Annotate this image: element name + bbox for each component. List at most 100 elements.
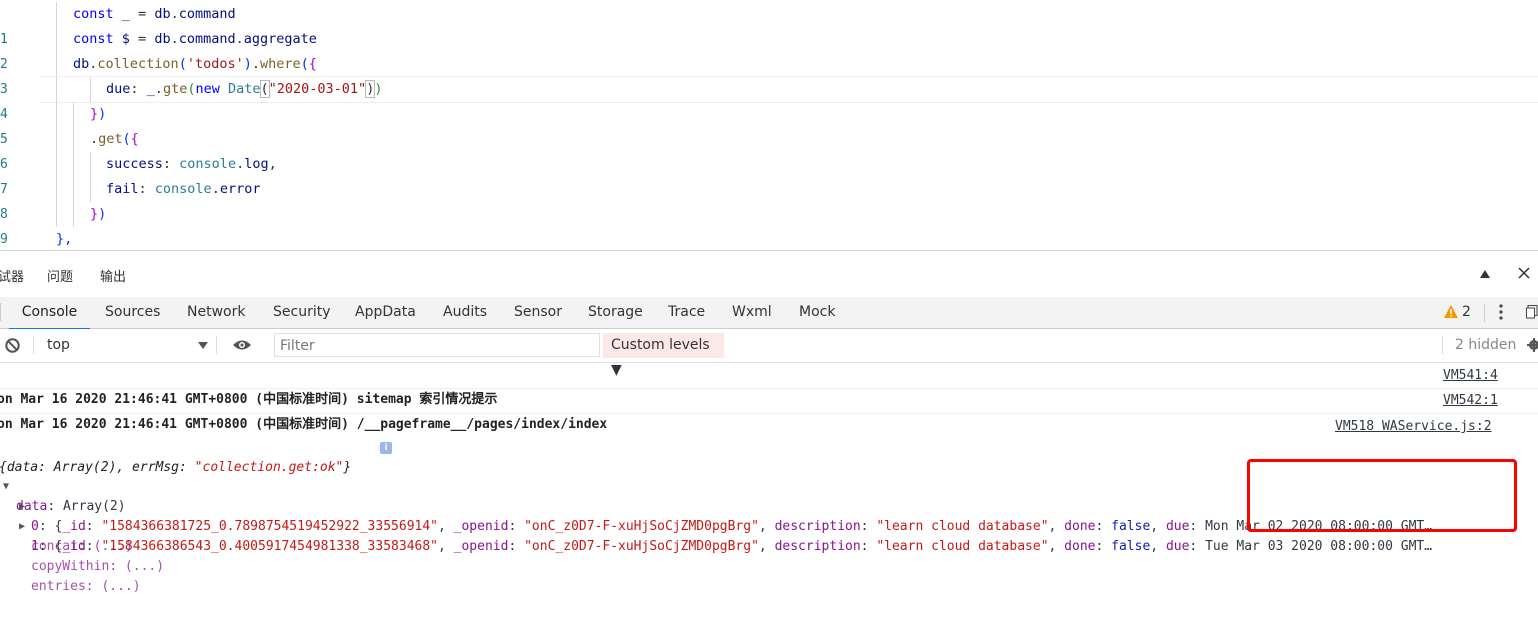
- operator: .: [170, 6, 179, 22]
- function-name: where: [260, 56, 301, 72]
- operator: :: [138, 181, 155, 197]
- code-editor[interactable]: 1 const _ = db.command 2 const $ = db.co…: [0, 0, 1538, 272]
- indent-guide: [56, 127, 57, 152]
- bracket: {: [308, 56, 317, 72]
- operator: :: [162, 156, 180, 172]
- tab-appdata[interactable]: AppData: [355, 297, 416, 328]
- code-line[interactable]: 6 .get({: [0, 127, 1538, 172]
- identifier: $: [121, 31, 130, 47]
- identifier: due: [106, 81, 131, 97]
- separator: [216, 336, 217, 354]
- warning-count[interactable]: 2: [1462, 297, 1471, 328]
- tab-wxml[interactable]: Wxml: [732, 297, 772, 328]
- tab-audits[interactable]: Audits: [443, 297, 487, 328]
- indent-guide: [90, 177, 91, 202]
- indent-guide: [56, 52, 57, 77]
- hidden-count[interactable]: 2 hidden: [1455, 337, 1516, 353]
- indent-guide: [56, 102, 57, 127]
- log-summary[interactable]: {data: Array(2), errMsg: "collection.get…: [0, 438, 1538, 475]
- chevron-down-icon[interactable]: [198, 342, 208, 349]
- tree-node-method[interactable]: copyWithin: (...): [0, 537, 1538, 574]
- bracket: },: [56, 231, 73, 247]
- tab-trace[interactable]: Trace: [668, 297, 705, 328]
- more-vertical-icon[interactable]: [1499, 304, 1503, 320]
- tab-output[interactable]: 输出: [100, 266, 126, 285]
- context-selector[interactable]: top: [47, 337, 70, 353]
- identifier: console: [179, 156, 237, 172]
- operator: :: [130, 81, 147, 97]
- keyword: const: [73, 31, 114, 47]
- operator: .: [90, 131, 99, 147]
- identifier: db: [154, 31, 171, 47]
- identifier: _: [121, 6, 130, 22]
- console-message: on Mar 16 2020 21:46:41 GMT+0800 (中国标准时间…: [0, 364, 1538, 407]
- operator: .: [251, 56, 261, 72]
- identifier: aggregate: [243, 31, 317, 47]
- code-line[interactable]: 1 const _ = db.command: [0, 2, 1538, 47]
- separator: [0, 303, 1, 321]
- identifier: command: [178, 31, 236, 47]
- filter-input[interactable]: Filter: [274, 333, 600, 357]
- string-literal: 'todos': [186, 56, 244, 72]
- tab-sensor[interactable]: Sensor: [514, 297, 562, 328]
- tree-node-method[interactable]: entries: (...): [0, 557, 1538, 594]
- code-line[interactable]: 0 },: [0, 227, 1538, 272]
- indent-guide: [56, 77, 57, 102]
- tab-storage[interactable]: Storage: [588, 297, 643, 328]
- code-line[interactable]: 7 success: console.log,: [0, 152, 1538, 197]
- identifier: command: [178, 6, 236, 22]
- clear-console-icon[interactable]: [5, 338, 20, 353]
- tab-debugger[interactable]: 试器: [0, 266, 24, 285]
- triangle-up-icon[interactable]: [1480, 270, 1490, 278]
- close-icon[interactable]: [1518, 267, 1530, 279]
- bracket: (: [122, 131, 131, 147]
- indent-guide: [73, 102, 74, 127]
- indent-guide: [73, 177, 74, 202]
- identifier: error: [219, 181, 261, 197]
- operator: .: [236, 156, 245, 172]
- warning-icon[interactable]: [1444, 305, 1458, 318]
- indent-guide: [56, 177, 57, 202]
- source-link[interactable]: VM541:4: [1443, 364, 1498, 388]
- tab-network[interactable]: Network: [187, 297, 245, 328]
- operator: .: [170, 31, 179, 47]
- bracket: ): [243, 56, 252, 72]
- code-line[interactable]: 9 }): [0, 202, 1538, 247]
- info-icon[interactable]: i: [380, 442, 392, 454]
- keyword: const: [73, 6, 114, 22]
- indent-guide: [56, 152, 57, 177]
- tab-sources[interactable]: Sources: [105, 297, 160, 328]
- indent-guide: [56, 27, 57, 52]
- indent-guide: [56, 2, 57, 27]
- gear-icon[interactable]: [1527, 337, 1538, 353]
- code-line[interactable]: 3 db.collection('todos').where({: [0, 52, 1538, 97]
- tab-problems[interactable]: 问题: [47, 266, 73, 285]
- keyword: new: [195, 81, 220, 97]
- dock-icon[interactable]: [1526, 305, 1538, 319]
- bracket: {: [130, 131, 139, 147]
- message-text: on Mar 16 2020 21:46:41 GMT+0800 (中国标准时间…: [0, 417, 608, 432]
- identifier: db: [73, 56, 90, 72]
- operator: =: [129, 31, 155, 47]
- separator: [33, 336, 34, 354]
- tab-mock[interactable]: Mock: [799, 297, 835, 328]
- indent-guide: [73, 127, 74, 152]
- eye-icon[interactable]: [232, 339, 252, 351]
- code-line[interactable]: 4 due: _.gte(new Date("2020-03-01")): [0, 77, 1538, 122]
- code-line[interactable]: 2 const $ = db.command.aggregate: [0, 27, 1538, 72]
- method-entry: entries: (...): [31, 579, 141, 594]
- operator: .: [235, 31, 244, 47]
- bracket: (: [300, 56, 309, 72]
- source-link[interactable]: VM542:1: [1443, 389, 1498, 413]
- source-link[interactable]: VM518 WAService.js:2: [1335, 419, 1492, 434]
- tab-security[interactable]: Security: [273, 297, 331, 328]
- indent-guide: [90, 77, 91, 102]
- function-name: collection: [97, 56, 179, 72]
- function-name: gte: [162, 81, 188, 97]
- log-levels-dropdown[interactable]: Custom levels ▼: [603, 333, 724, 378]
- highlight-box: [1247, 459, 1517, 532]
- separator: [1484, 304, 1485, 322]
- code-line[interactable]: 5 }): [0, 102, 1538, 147]
- code-line[interactable]: 8 fail: console.error: [0, 177, 1538, 222]
- tab-console[interactable]: Console: [9, 297, 90, 330]
